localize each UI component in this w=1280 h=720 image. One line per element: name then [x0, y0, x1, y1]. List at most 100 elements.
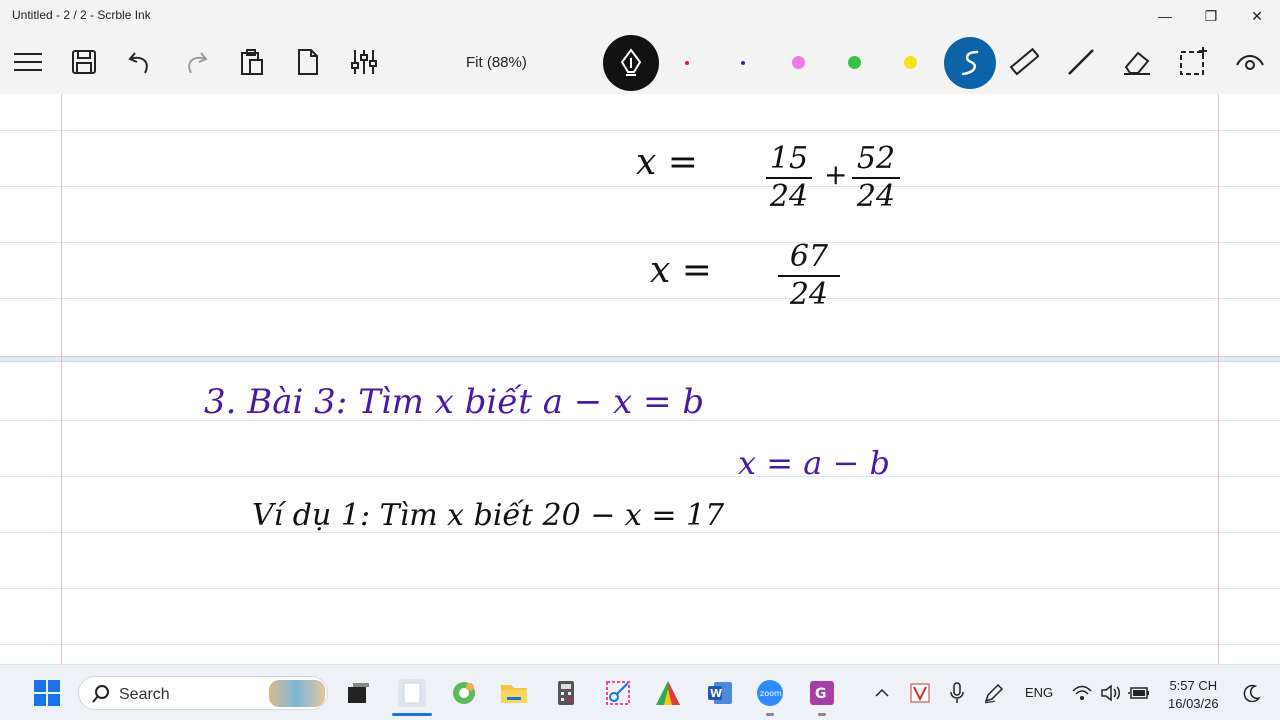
taskbar-app-snipping-tool[interactable]: [604, 679, 632, 707]
lasso-select-icon: [1180, 47, 1207, 75]
pdf-icon: G: [810, 681, 834, 705]
save-button[interactable]: [66, 44, 102, 80]
minimize-button[interactable]: —: [1142, 0, 1188, 32]
task-view-button[interactable]: [344, 679, 372, 707]
settings-button[interactable]: [346, 44, 382, 80]
taskbar-app-paint[interactable]: [654, 679, 682, 707]
smooth-ink-button[interactable]: [944, 37, 996, 89]
hamburger-icon: [14, 53, 42, 71]
microphone-button[interactable]: [943, 679, 971, 707]
start-button[interactable]: [33, 679, 61, 707]
ruler-icon: [1009, 47, 1039, 76]
taskbar-app-zoom[interactable]: zoom: [756, 679, 784, 716]
taskbar-app-pdf[interactable]: G: [808, 679, 836, 716]
ruler-button[interactable]: [1006, 44, 1042, 80]
microphone-icon: [950, 682, 964, 703]
pen-tool-button[interactable]: [603, 35, 659, 91]
ruled-line: [0, 644, 1280, 645]
window-title: Untitled - 2 / 2 - Scrble Ink: [12, 8, 151, 22]
ruled-line: [0, 242, 1280, 243]
save-icon: [72, 50, 96, 74]
taskbar-search[interactable]: Search: [78, 676, 328, 710]
wifi-icon: [1072, 685, 1092, 700]
speaker-icon: [1101, 684, 1120, 702]
eraser-button[interactable]: [1119, 44, 1155, 80]
show-hidden-icons-button[interactable]: [868, 679, 896, 707]
yellow-highlighter-button[interactable]: [904, 56, 917, 69]
clipboard-icon: [241, 49, 263, 75]
minimize-icon: —: [1158, 8, 1172, 24]
pink-highlighter-button[interactable]: [792, 56, 805, 69]
battery-button[interactable]: [1125, 679, 1153, 707]
calculator-icon: [558, 681, 574, 705]
fraction-67-24: 67 24: [778, 240, 840, 312]
line-icon: [1068, 49, 1094, 75]
redo-icon: [188, 52, 208, 74]
v-app-icon: [910, 683, 930, 703]
blue-pen-button[interactable]: [741, 61, 745, 65]
taskbar-app-scrble[interactable]: [392, 679, 432, 716]
green-highlighter-button[interactable]: [848, 56, 861, 69]
numerator: 15: [769, 141, 809, 176]
taskbar-app-file-explorer[interactable]: [500, 679, 528, 707]
pen-icon: [984, 683, 1004, 704]
maximize-icon: ❐: [1204, 7, 1218, 24]
toolbar: Fit (88%): [0, 32, 1280, 94]
taskbar-app-calculator[interactable]: [552, 679, 580, 707]
browser-icon: [453, 682, 475, 704]
folder-icon: [501, 685, 527, 703]
view-button[interactable]: [1232, 44, 1268, 80]
fraction-15-24: 15 24: [766, 142, 812, 214]
maximize-button[interactable]: ❐: [1188, 0, 1234, 32]
zoom-icon: zoom: [757, 680, 783, 706]
language-indicator[interactable]: ENG: [1025, 685, 1053, 700]
ruled-line: [0, 476, 1280, 477]
equation-lhs-2: x =: [650, 250, 712, 291]
windows-logo-icon: [34, 680, 60, 706]
page-break: [0, 356, 1280, 362]
zoom-label[interactable]: Fit (88%): [466, 54, 527, 71]
sliders-icon: [351, 50, 377, 74]
task-view-icon: [348, 683, 369, 703]
undo-button[interactable]: [122, 44, 158, 80]
line-tool-button[interactable]: [1063, 44, 1099, 80]
ruled-line: [0, 298, 1280, 299]
new-page-button[interactable]: [290, 44, 326, 80]
denominator: 24: [769, 179, 809, 214]
tray-app-vietkey[interactable]: [906, 679, 934, 707]
taskbar: Search W zoom G ENG 5:57 CH 16/03/26: [0, 664, 1280, 720]
denominator: 24: [856, 179, 896, 214]
ruled-line: [0, 588, 1280, 589]
battery-charging-icon: [1128, 687, 1149, 699]
moon-icon: [1243, 684, 1261, 702]
running-indicator: [818, 713, 826, 716]
menu-button[interactable]: [10, 44, 46, 80]
system-clock[interactable]: 5:57 CH 16/03/26: [1168, 677, 1219, 713]
search-placeholder: Search: [119, 686, 170, 703]
taskbar-app-word[interactable]: W: [706, 679, 734, 707]
undo-icon: [128, 52, 148, 74]
running-indicator: [766, 713, 774, 716]
right-margin-line: [1218, 94, 1219, 664]
redo-button[interactable]: [178, 44, 214, 80]
example-line: Ví dụ 1: Tìm x biết 20 − x = 17: [252, 498, 725, 533]
red-pen-button[interactable]: [685, 61, 689, 65]
left-margin-line: [61, 94, 62, 664]
active-indicator: [392, 713, 432, 716]
title-bar: Untitled - 2 / 2 - Scrble Ink — ❐ ✕: [0, 0, 1280, 32]
select-button[interactable]: [1175, 44, 1211, 80]
lesson-rule: x = a − b: [738, 444, 890, 482]
volume-button[interactable]: [1097, 679, 1125, 707]
close-button[interactable]: ✕: [1234, 0, 1280, 32]
notebook-canvas[interactable]: x = 15 24 + 52 24 x = 67 24 3. Bài 3: Tì…: [0, 94, 1280, 664]
notifications-button[interactable]: [1238, 679, 1266, 707]
close-icon: ✕: [1251, 7, 1263, 24]
page-icon: [298, 49, 318, 75]
pen-menu-button[interactable]: [980, 679, 1008, 707]
clock-date: 16/03/26: [1168, 696, 1219, 711]
ruled-line: [0, 186, 1280, 187]
paste-button[interactable]: [234, 44, 270, 80]
taskbar-app-coccoc[interactable]: [450, 679, 478, 707]
eye-icon: [1236, 55, 1264, 70]
network-button[interactable]: [1068, 679, 1096, 707]
